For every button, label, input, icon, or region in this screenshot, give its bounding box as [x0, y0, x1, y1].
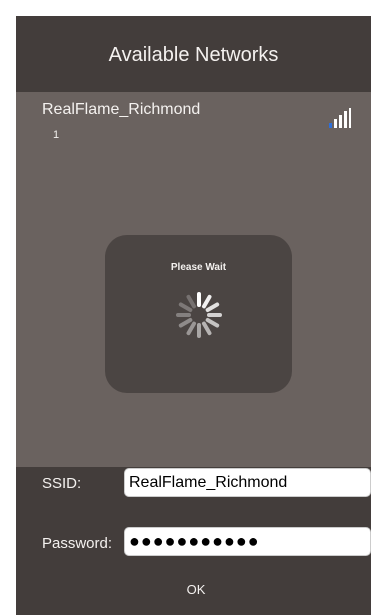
ssid-label: SSID:: [42, 475, 82, 492]
password-label: Password:: [42, 535, 113, 552]
ok-button[interactable]: OK: [156, 582, 236, 602]
password-input[interactable]: [124, 527, 371, 556]
available-networks-dialog: Available Networks RealFlame_Richmond 1 …: [16, 16, 371, 615]
please-wait-overlay: Please Wait: [105, 235, 292, 393]
network-name: RealFlame_Richmond: [42, 101, 201, 118]
wifi-signal-bars-icon: [329, 108, 351, 128]
please-wait-text: Please Wait: [170, 262, 227, 273]
app-screen: Available Networks RealFlame_Richmond 1 …: [0, 0, 371, 615]
dialog-title: Available Networks: [108, 44, 279, 66]
ssid-input[interactable]: [124, 468, 371, 497]
network-index: 1: [53, 129, 60, 141]
screen-edge: [0, 0, 16, 615]
loading-spinner-icon: [176, 292, 222, 338]
network-list-item[interactable]: RealFlame_Richmond 1: [16, 92, 371, 154]
